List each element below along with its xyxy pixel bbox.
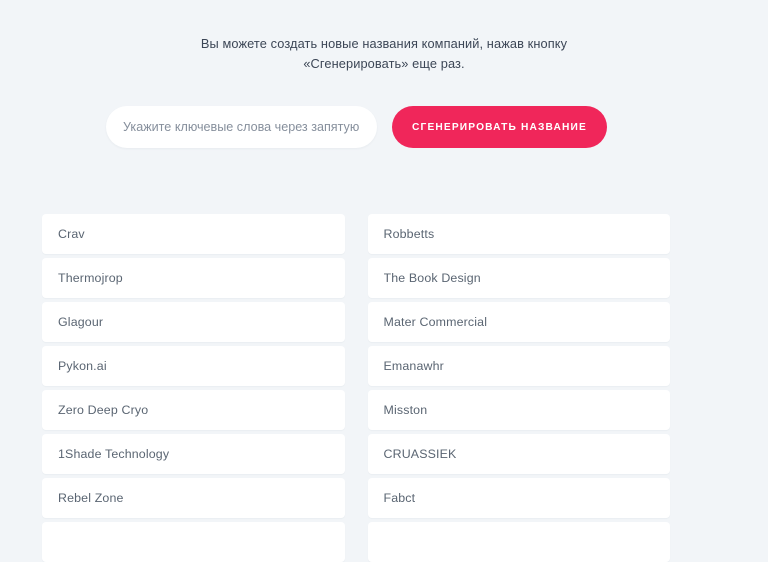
generated-names-results: Crav Thermojrop Glagour Pykon.ai Zero De… <box>42 214 670 562</box>
name-card-label: Emanawhr <box>383 359 444 373</box>
name-card[interactable]: Misston <box>367 390 670 430</box>
name-card[interactable]: Rebel Zone <box>42 478 345 518</box>
name-card[interactable]: Fabct <box>367 478 670 518</box>
name-card[interactable]: Pykon.ai <box>42 346 345 386</box>
name-card-label: Rebel Zone <box>58 491 124 505</box>
name-card-label: Crav <box>58 227 85 241</box>
name-card[interactable]: Mater Commercial <box>367 302 670 342</box>
results-column-left: Crav Thermojrop Glagour Pykon.ai Zero De… <box>42 214 345 562</box>
name-card[interactable]: Glagour <box>42 302 345 342</box>
name-card[interactable]: The Book Design <box>367 258 670 298</box>
generator-form: СГЕНЕРИРОВАТЬ НАЗВАНИЕ <box>106 106 607 148</box>
name-card-label: Thermojrop <box>58 271 123 285</box>
name-card-label: Zero Deep Cryo <box>58 403 149 417</box>
intro-line-1: Вы можете создать новые названия компани… <box>200 36 568 51</box>
name-card-label: The Book Design <box>383 271 481 285</box>
name-card-label: Robbetts <box>383 227 435 241</box>
generate-name-button[interactable]: СГЕНЕРИРОВАТЬ НАЗВАНИЕ <box>392 106 607 148</box>
intro-line-2: «Сгенерировать» еще раз. <box>303 56 465 71</box>
name-card-label: Glagour <box>58 315 104 329</box>
keywords-input[interactable] <box>106 106 377 148</box>
name-card[interactable]: Crav <box>42 214 345 254</box>
name-card[interactable]: 1Shade Technology <box>42 434 345 474</box>
name-card[interactable] <box>367 522 670 562</box>
name-card-label: Misston <box>383 403 428 417</box>
name-card[interactable] <box>42 522 345 562</box>
name-card-label: CRUASSIEK <box>383 447 457 461</box>
name-card[interactable]: Emanawhr <box>367 346 670 386</box>
name-card[interactable]: CRUASSIEK <box>367 434 670 474</box>
name-card[interactable]: Zero Deep Cryo <box>42 390 345 430</box>
name-card[interactable]: Thermojrop <box>42 258 345 298</box>
name-card-label: Mater Commercial <box>383 315 488 329</box>
intro-text: Вы можете создать новые названия компани… <box>0 34 768 74</box>
name-card[interactable]: Robbetts <box>367 214 670 254</box>
results-column-right: Robbetts The Book Design Mater Commercia… <box>367 214 670 562</box>
name-card-label: Fabct <box>383 491 416 505</box>
name-generator-page: Вы можете создать новые названия компани… <box>0 0 768 562</box>
name-card-label: Pykon.ai <box>58 359 107 373</box>
name-card-label: 1Shade Technology <box>58 447 170 461</box>
